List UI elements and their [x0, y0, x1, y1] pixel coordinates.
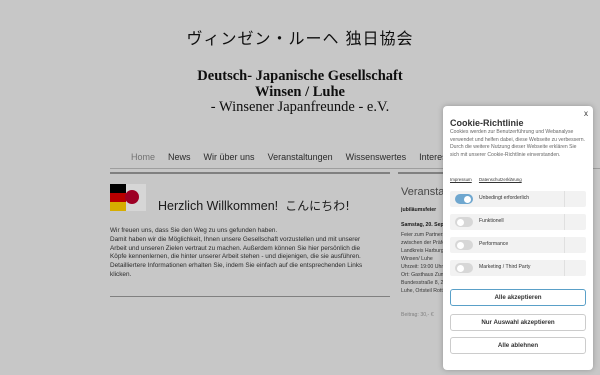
impressum-link[interactable]: Impressum: [450, 177, 472, 182]
privacy-link[interactable]: Datenschutzerklärung: [479, 177, 522, 182]
toggle-knob: [464, 195, 471, 203]
option-expand[interactable]: [564, 214, 586, 230]
option-label: Unbedingt erforderlich: [479, 195, 530, 201]
accept-selection-button[interactable]: Nur Auswahl akzeptieren: [450, 314, 586, 331]
cookie-option-marketing: Marketing / Third Party: [450, 260, 586, 276]
accept-all-button[interactable]: Alle akzeptieren: [450, 289, 586, 306]
reject-all-button[interactable]: Alle ablehnen: [450, 337, 586, 354]
cookie-description: Cookies werden zur Benutzerführung und W…: [450, 129, 585, 158]
cookie-dialog: x Cookie-Richtlinie Cookies werden zur B…: [443, 106, 593, 370]
toggle-knob: [457, 218, 464, 226]
toggle-functional[interactable]: [455, 217, 473, 227]
cookie-title: Cookie-Richtlinie: [450, 118, 524, 128]
close-icon[interactable]: x: [584, 109, 588, 118]
cookie-option-functional: Funktionell: [450, 214, 586, 230]
cookie-links: Impressum Datenschutzerklärung: [450, 177, 528, 182]
toggle-necessary[interactable]: [455, 194, 473, 204]
option-label: Marketing / Third Party: [479, 264, 531, 270]
option-expand[interactable]: [564, 191, 586, 207]
toggle-knob: [457, 241, 464, 249]
option-expand[interactable]: [564, 237, 586, 253]
option-label: Performance: [479, 241, 509, 247]
toggle-performance[interactable]: [455, 240, 473, 250]
cookie-option-performance: Performance: [450, 237, 586, 253]
toggle-knob: [457, 264, 464, 272]
cookie-option-necessary: Unbedingt erforderlich: [450, 191, 586, 207]
toggle-marketing[interactable]: [455, 263, 473, 273]
option-expand[interactable]: [564, 260, 586, 276]
option-label: Funktionell: [479, 218, 504, 224]
